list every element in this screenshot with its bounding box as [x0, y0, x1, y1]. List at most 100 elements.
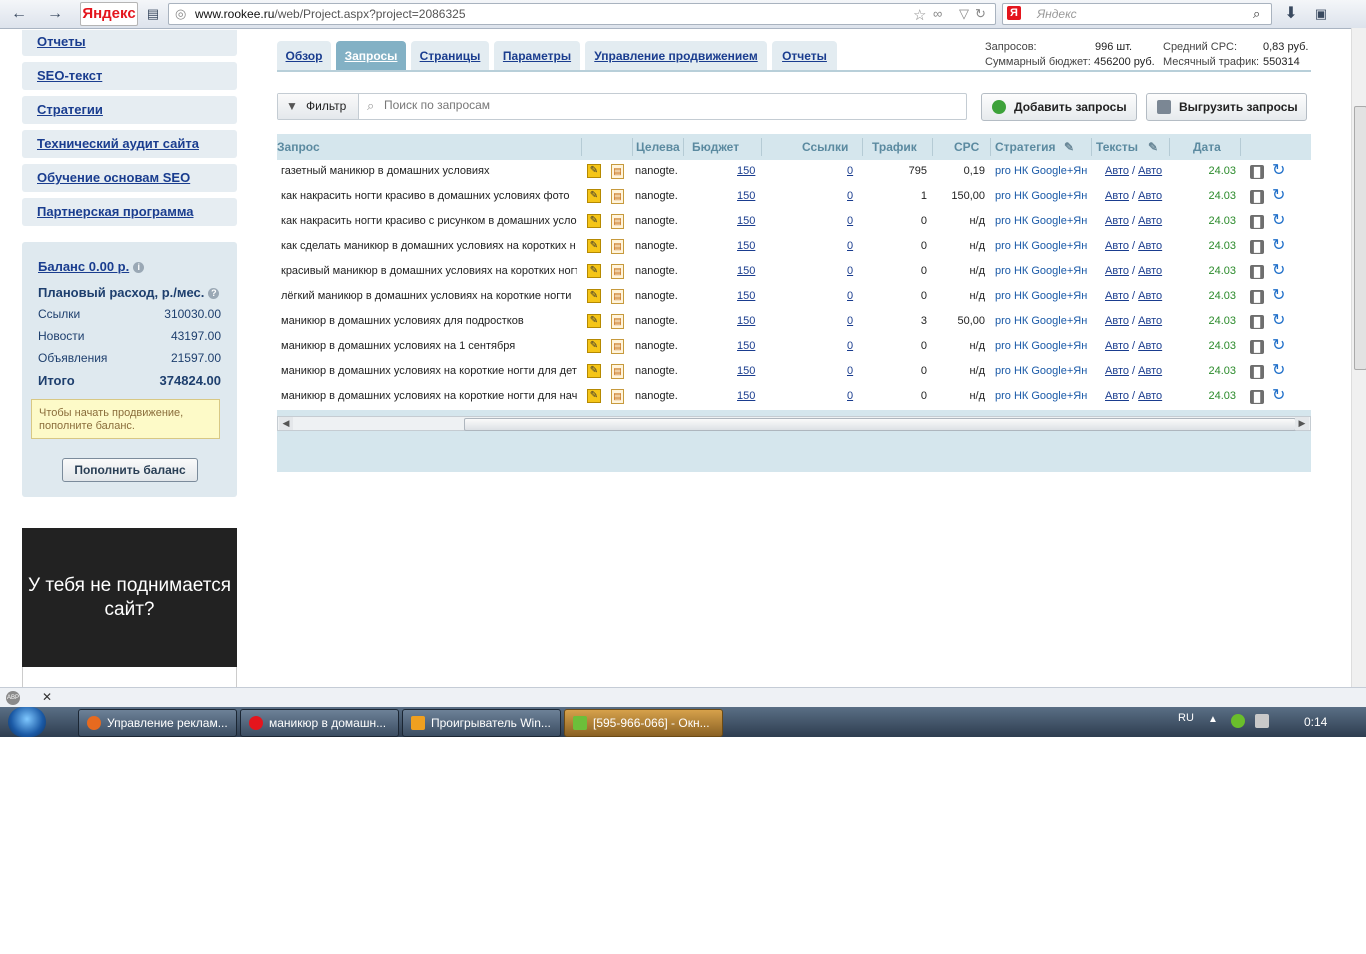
budget-link[interactable]: 150: [737, 190, 757, 202]
document-icon[interactable]: ▤: [611, 314, 624, 329]
target-page[interactable]: nanogte.: [635, 390, 681, 402]
sidebar-item-seo-text[interactable]: SEO-текст: [22, 62, 237, 90]
text-auto-link[interactable]: Авто: [1138, 340, 1162, 352]
export-queries-button[interactable]: Выгрузить запросы: [1146, 93, 1307, 121]
tab-overview[interactable]: Обзор: [277, 41, 331, 71]
address-bar[interactable]: ◎ www.rookee.ru/web/Project.aspx?project…: [168, 3, 996, 25]
links-count[interactable]: 0: [847, 215, 855, 227]
edit-icon[interactable]: ✎: [587, 264, 601, 278]
pause-icon[interactable]: ▐▌: [1250, 265, 1264, 279]
scrollbar-thumb[interactable]: [464, 418, 1296, 431]
target-page[interactable]: nanogte.: [635, 190, 681, 202]
edit-icon[interactable]: ✎: [587, 289, 601, 303]
info-icon[interactable]: i: [133, 262, 145, 273]
topup-button[interactable]: Пополнить баланс: [62, 458, 198, 482]
budget-link[interactable]: 150: [737, 365, 757, 377]
tab-pages[interactable]: Страницы: [411, 41, 489, 71]
strategy-link[interactable]: pro НК Google+Ян: [995, 365, 1087, 377]
forward-arrow-icon[interactable]: →: [44, 4, 66, 24]
task-yandex[interactable]: маникюр в домашн...: [240, 709, 399, 737]
strategy-link[interactable]: pro НК Google+Ян: [995, 165, 1087, 177]
tab-reports[interactable]: Отчеты: [772, 41, 837, 71]
text-auto-link[interactable]: Авто: [1105, 265, 1129, 277]
pause-icon[interactable]: ▐▌: [1250, 240, 1264, 254]
text-auto-link[interactable]: Авто: [1105, 390, 1129, 402]
budget-link[interactable]: 150: [737, 315, 757, 327]
budget-link[interactable]: 150: [737, 215, 757, 227]
target-page[interactable]: nanogte.: [635, 165, 681, 177]
utorrent-icon[interactable]: [1231, 714, 1245, 728]
strategy-link[interactable]: pro НК Google+Ян: [995, 215, 1087, 227]
tab-promotion[interactable]: Управление продвижением: [585, 41, 767, 71]
back-arrow-icon[interactable]: ←: [8, 4, 30, 24]
refresh-icon[interactable]: ↻: [1272, 313, 1285, 329]
refresh-icon[interactable]: ↻: [1272, 388, 1285, 404]
document-icon[interactable]: ▤: [611, 189, 624, 204]
page-scrollbar[interactable]: [1351, 28, 1366, 687]
query-search-input[interactable]: [384, 98, 944, 112]
strategy-link[interactable]: pro НК Google+Ян: [995, 240, 1087, 252]
refresh-icon[interactable]: ↻: [1272, 338, 1285, 354]
addon-menu-icon[interactable]: ▣: [1310, 4, 1332, 24]
text-auto-link[interactable]: Авто: [1105, 315, 1129, 327]
tab-label[interactable]: Параметры: [494, 49, 580, 63]
text-auto-link[interactable]: Авто: [1105, 290, 1129, 302]
edit-icon[interactable]: ✎: [587, 164, 601, 178]
tab-queries[interactable]: Запросы: [336, 41, 406, 71]
dropdown-icon[interactable]: ▽: [959, 6, 969, 22]
edit-icon[interactable]: ✎: [587, 339, 601, 353]
pencil-icon[interactable]: ✎: [1064, 140, 1074, 154]
tab-label[interactable]: Отчеты: [772, 49, 837, 63]
pause-icon[interactable]: ▐▌: [1250, 315, 1264, 329]
tab-label[interactable]: Обзор: [277, 49, 331, 63]
edit-icon[interactable]: ✎: [587, 239, 601, 253]
task-window[interactable]: [595-966-066] - Окн...: [564, 709, 723, 737]
download-icon[interactable]: ⬇: [1280, 4, 1302, 24]
target-page[interactable]: nanogte.: [635, 365, 681, 377]
text-auto-link[interactable]: Авто: [1138, 365, 1162, 377]
target-page[interactable]: nanogte.: [635, 265, 681, 277]
pause-icon[interactable]: ▐▌: [1250, 215, 1264, 229]
budget-link[interactable]: 150: [737, 240, 757, 252]
balance-title[interactable]: Баланс 0.00 р.: [38, 259, 129, 274]
document-icon[interactable]: ▤: [611, 264, 624, 279]
tab-label[interactable]: Запросы: [336, 49, 406, 63]
refresh-icon[interactable]: ↻: [1272, 363, 1285, 379]
text-auto-link[interactable]: Авто: [1138, 315, 1162, 327]
col-header-date[interactable]: Дата: [1193, 140, 1221, 154]
col-header-strategy[interactable]: Стратегия: [995, 140, 1055, 154]
edit-icon[interactable]: ✎: [587, 214, 601, 228]
scroll-right-icon[interactable]: ▶: [1295, 417, 1309, 430]
task-firefox[interactable]: Управление реклам...: [78, 709, 237, 737]
text-auto-link[interactable]: Авто: [1138, 265, 1162, 277]
text-auto-link[interactable]: Авто: [1105, 365, 1129, 377]
document-icon[interactable]: ▤: [611, 239, 624, 254]
reader-glasses-icon[interactable]: ∞: [933, 6, 942, 21]
col-header-target[interactable]: Целева: [636, 140, 680, 154]
sidebar-item-tech-audit[interactable]: Технический аудит сайта: [22, 130, 237, 158]
document-icon[interactable]: ▤: [611, 289, 624, 304]
tab-label[interactable]: Управление продвижением: [585, 49, 767, 63]
sidebar-item-partner[interactable]: Партнерская программа: [22, 198, 237, 226]
budget-link[interactable]: 150: [737, 340, 757, 352]
pause-icon[interactable]: ▐▌: [1250, 365, 1264, 379]
text-auto-link[interactable]: Авто: [1105, 165, 1129, 177]
col-header-cpc[interactable]: CPC: [954, 140, 979, 154]
text-auto-link[interactable]: Авто: [1138, 190, 1162, 202]
col-header-traffic[interactable]: Трафик: [872, 140, 917, 154]
refresh-icon[interactable]: ↻: [1272, 263, 1285, 279]
budget-link[interactable]: 150: [737, 265, 757, 277]
col-header-budget[interactable]: Бюджет: [692, 140, 739, 154]
star-icon[interactable]: ☆: [913, 6, 926, 24]
close-icon[interactable]: ✕: [42, 690, 52, 704]
target-page[interactable]: nanogte.: [635, 215, 681, 227]
page-scrollbar-thumb[interactable]: [1354, 106, 1366, 370]
tray-expand-icon[interactable]: ▲: [1208, 714, 1222, 728]
horizontal-scrollbar[interactable]: ◀ ▶: [277, 416, 1311, 431]
strategy-link[interactable]: pro НК Google+Ян: [995, 290, 1087, 302]
refresh-icon[interactable]: ↻: [1272, 163, 1285, 179]
text-auto-link[interactable]: Авто: [1105, 240, 1129, 252]
clock[interactable]: 0:14: [1304, 715, 1327, 729]
col-header-links[interactable]: Ссылки: [802, 140, 848, 154]
edit-icon[interactable]: ✎: [587, 389, 601, 403]
